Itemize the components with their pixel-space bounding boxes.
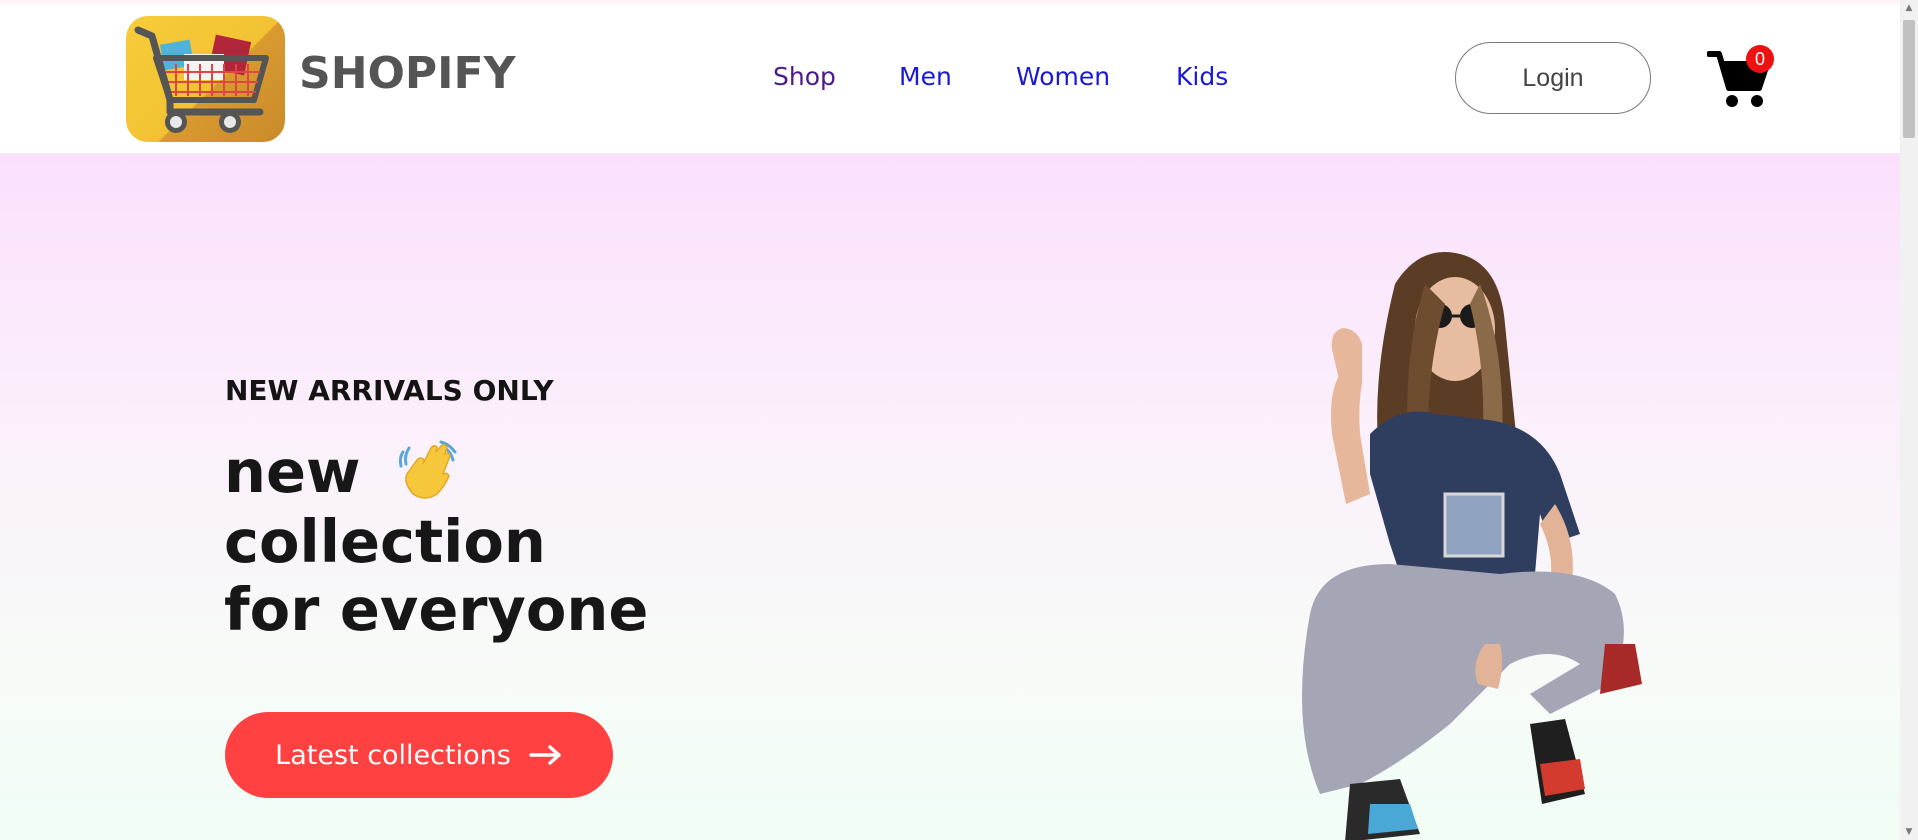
hero-section: NEW ARRIVALS ONLY new collection for eve… — [0, 154, 1900, 840]
scrollbar-thumb[interactable] — [1903, 20, 1915, 138]
site-header: SHOPIFY Shop Men Women Kids Login 0 — [0, 4, 1900, 154]
headline-line-3: for everyone — [224, 574, 649, 644]
cta-label: Latest collections — [275, 739, 511, 771]
waving-hand-icon — [398, 440, 457, 499]
headline-word-new: new — [224, 437, 361, 506]
login-button[interactable]: Login — [1455, 42, 1651, 114]
nav-item-men[interactable]: Men — [899, 62, 952, 91]
vertical-scrollbar[interactable]: ▲ ▼ — [1900, 0, 1918, 840]
page: SHOPIFY Shop Men Women Kids Login 0 NEW … — [0, 0, 1918, 840]
nav-item-kids[interactable]: Kids — [1176, 62, 1228, 91]
scroll-down-arrow-icon[interactable]: ▼ — [1900, 824, 1918, 840]
nav-item-shop[interactable]: Shop — [773, 62, 836, 91]
arrow-right-icon — [529, 745, 561, 765]
nav-item-women[interactable]: Women — [1016, 62, 1110, 91]
brand-name[interactable]: SHOPIFY — [299, 48, 515, 99]
headline-line-2: collection — [224, 506, 546, 576]
hero-model-image — [1302, 252, 1642, 840]
latest-collections-button[interactable]: Latest collections — [225, 712, 613, 798]
shopping-cart-logo-icon[interactable] — [126, 16, 285, 142]
hero-headline: new collection for everyone — [224, 438, 648, 644]
hero-eyebrow: NEW ARRIVALS ONLY — [225, 374, 554, 407]
scroll-up-arrow-icon[interactable]: ▲ — [1900, 0, 1918, 16]
cart-count-badge: 0 — [1746, 45, 1774, 73]
headline-line-1: new — [224, 438, 648, 508]
